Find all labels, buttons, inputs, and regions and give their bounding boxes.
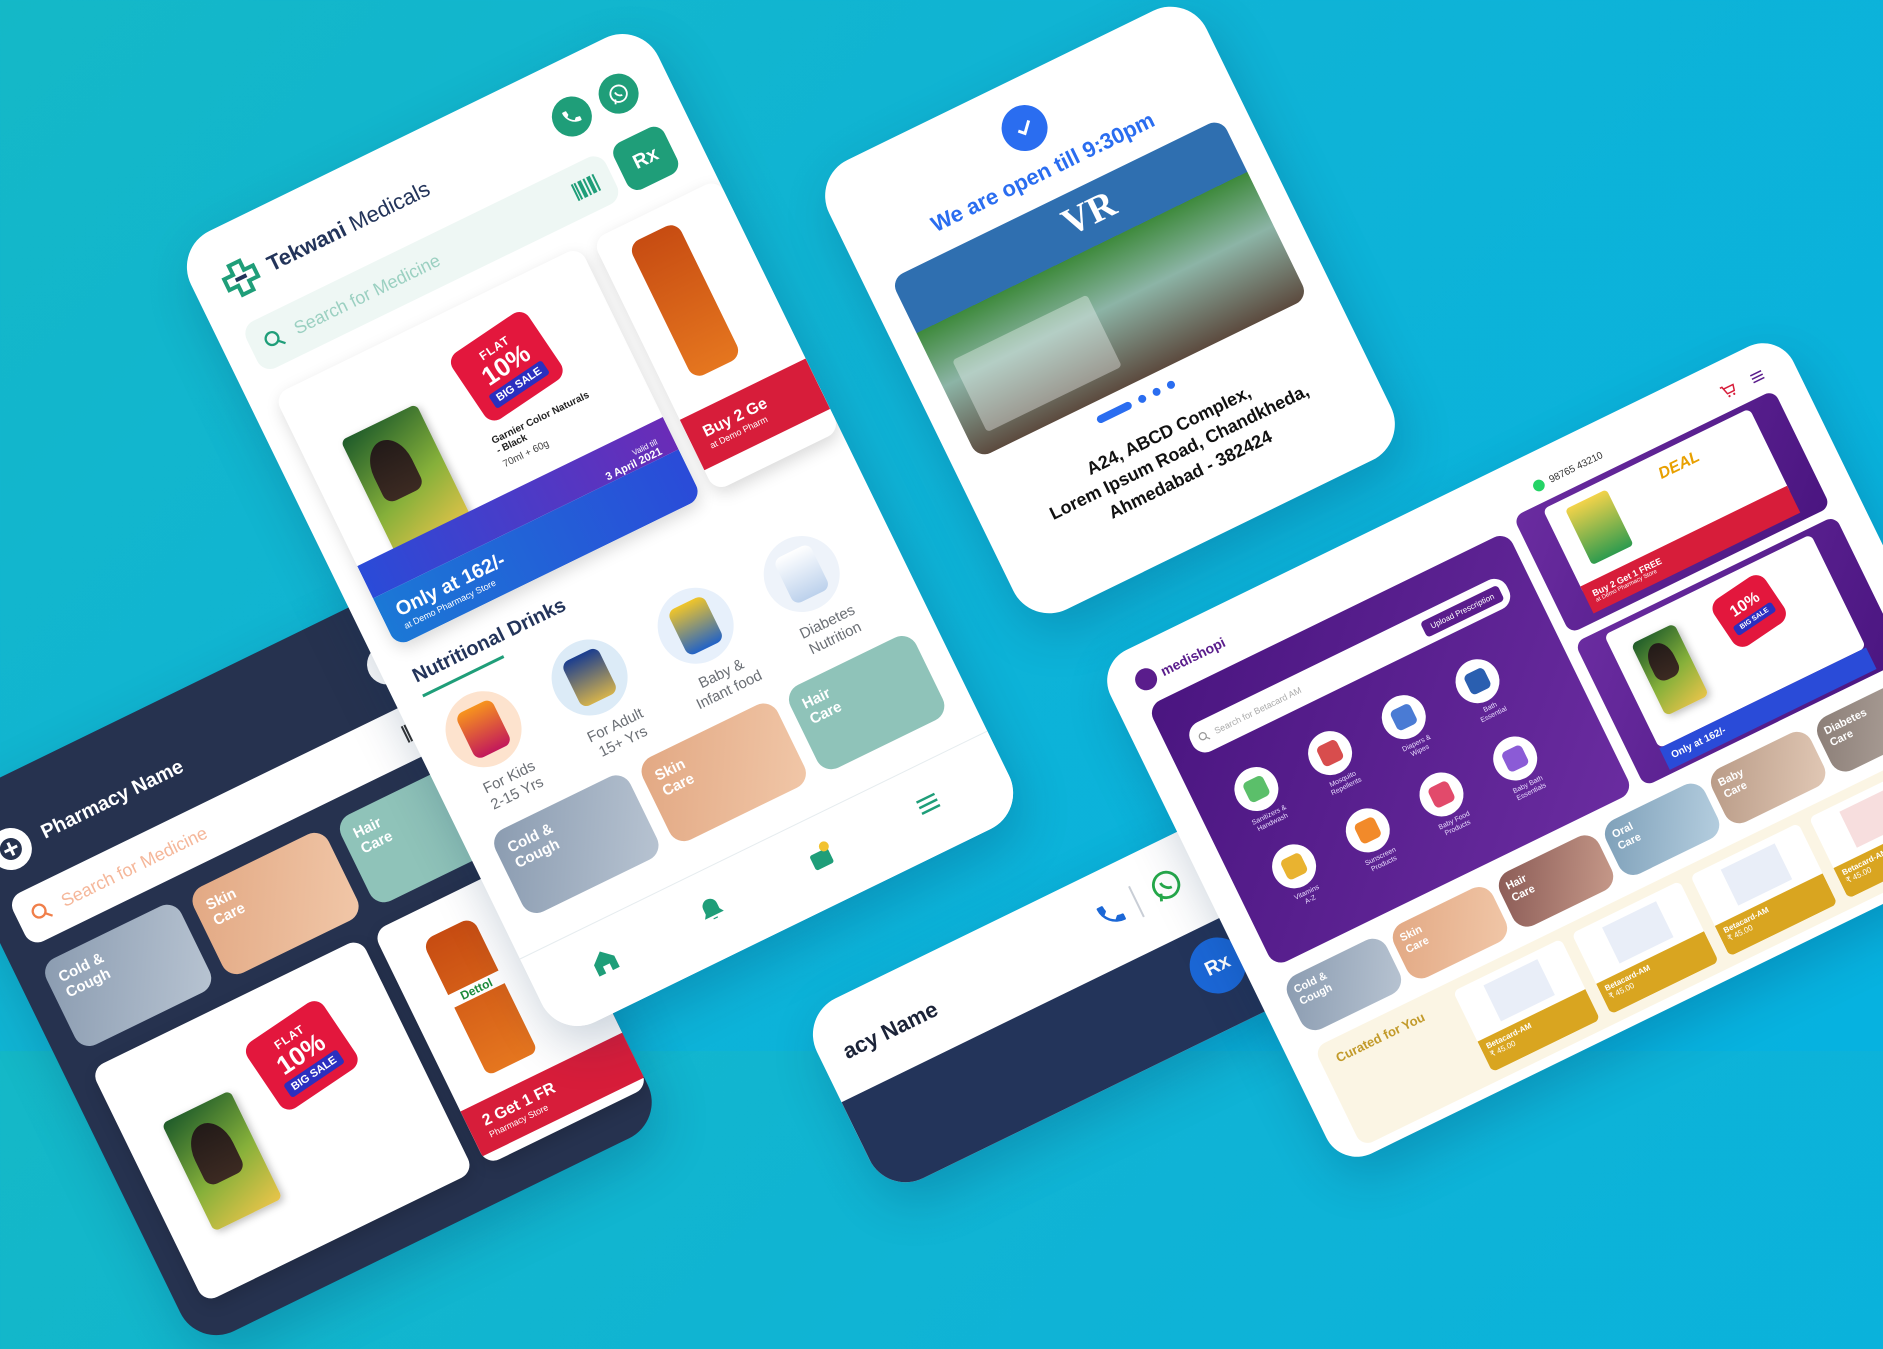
pharmacy-name-title: acy Name	[838, 996, 942, 1064]
call-button[interactable]	[545, 89, 599, 144]
medishopi-logo-icon	[1131, 664, 1161, 694]
tile-label: Cold & Cough	[504, 820, 563, 873]
tile-label: Hair Care	[799, 684, 845, 729]
rx-label: Rx	[629, 142, 662, 174]
curated-title: Curated for You	[1333, 1009, 1428, 1066]
whatsapp-icon	[1151, 870, 1181, 902]
tile-label: Oral Care	[1610, 820, 1643, 853]
upload-label: Upload Prescription	[1428, 591, 1496, 631]
product-card[interactable]: Betacard-AM ₹ 45.00	[1452, 938, 1601, 1073]
nav-menu[interactable]	[908, 784, 950, 829]
store-info-card: We are open till 9:30pm VR A24, ABCD Com…	[811, 0, 1409, 627]
tile-label: Hair Care	[350, 814, 396, 858]
offer-badge: FLAT 10% BIG SALE	[241, 996, 363, 1115]
header-divider	[1128, 885, 1145, 918]
tile-label: Diabetes Care	[1822, 706, 1869, 749]
tile-label: Skin Care	[1398, 923, 1431, 956]
brand-name: Tekwani	[262, 216, 351, 277]
deal-badge: DEAL	[1655, 448, 1703, 483]
rx-upload-button[interactable]: Rx	[609, 122, 683, 194]
offer-badge: 10% BIG SALE	[1707, 570, 1791, 652]
product-card[interactable]: Betacard-AM ₹ 45.00	[1571, 880, 1719, 1015]
shopping-bag-icon	[810, 841, 834, 871]
whatsapp-icon	[1533, 479, 1545, 492]
carousel-dot[interactable]	[1165, 379, 1177, 391]
nav-notifications[interactable]	[692, 890, 733, 934]
phone-icon	[562, 111, 582, 122]
carousel-dot-active[interactable]	[1095, 400, 1134, 425]
plus-cross-icon	[0, 837, 22, 860]
tekwani-logo-icon	[221, 258, 261, 298]
tile-label: Hair Care	[1504, 872, 1537, 904]
bottle-image	[627, 221, 743, 380]
rx-label: Rx	[1201, 949, 1234, 981]
store-sign: VR	[1055, 182, 1123, 245]
brand-name-2: Medicals	[344, 175, 434, 237]
menu-icon	[915, 792, 941, 815]
open-check-badge	[993, 97, 1056, 159]
whatsapp-button[interactable]	[1143, 862, 1191, 912]
phone-icon	[1096, 906, 1126, 922]
tekwani-logo	[214, 251, 267, 304]
cart-button[interactable]	[1717, 379, 1743, 408]
search-icon	[1198, 732, 1211, 741]
carousel-dot[interactable]	[1151, 386, 1162, 398]
carousel-dot[interactable]	[1136, 393, 1148, 405]
check-icon	[1017, 120, 1031, 136]
home-icon	[594, 951, 620, 977]
tile-label: Skin Care	[203, 884, 249, 930]
product-thumb	[1839, 785, 1883, 848]
tile-label: Baby Care	[1716, 766, 1750, 801]
nav-orders[interactable]	[800, 836, 842, 881]
product-card[interactable]: Betacard-AM ₹ 45.00	[1690, 823, 1838, 957]
menu-icon	[1749, 370, 1765, 384]
pharmacy-logo	[0, 820, 39, 878]
whatsapp-icon	[609, 84, 628, 105]
call-button[interactable]	[1091, 894, 1133, 939]
product-image	[1565, 489, 1634, 566]
menu-button[interactable]	[1745, 365, 1771, 394]
tile-label: Cold & Cough	[55, 949, 114, 1002]
product-image	[161, 1090, 283, 1232]
bell-icon	[702, 898, 724, 920]
store-shelves	[952, 294, 1122, 433]
upload-prescription-button[interactable]: Upload Prescription	[1419, 584, 1505, 638]
tile-label: Cold & Cough	[1292, 969, 1335, 1008]
search-icon	[264, 330, 286, 347]
nav-home[interactable]	[585, 942, 627, 987]
dettol-label: Dettol	[442, 967, 511, 1011]
cart-icon	[1719, 383, 1736, 398]
tile-label: Skin Care	[652, 755, 698, 801]
whatsapp-button[interactable]	[591, 66, 646, 121]
search-icon	[31, 903, 53, 919]
product-image	[1630, 623, 1710, 717]
